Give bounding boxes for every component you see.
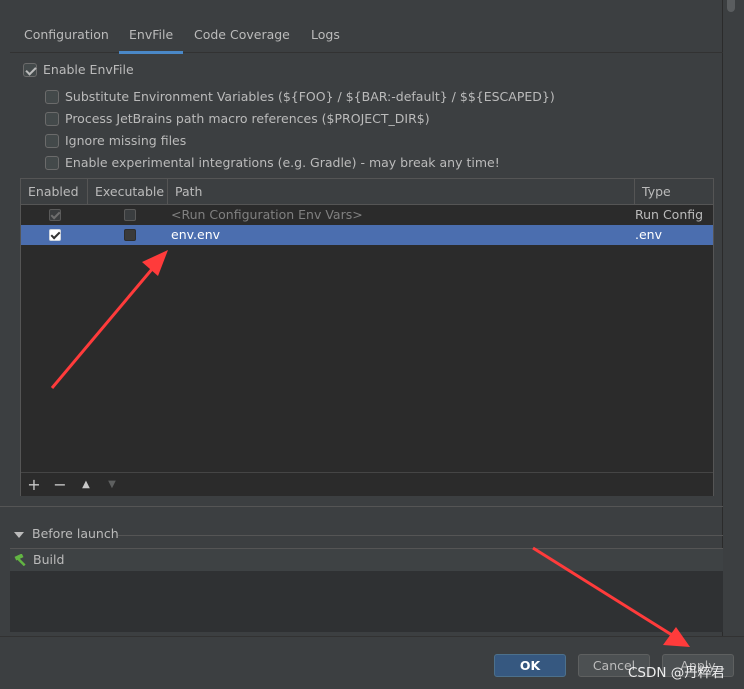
tab-code-coverage[interactable]: Code Coverage	[194, 18, 290, 53]
launch-item-label: Build	[33, 552, 65, 567]
tab-bar: Configuration EnvFile Code Coverage Logs	[10, 18, 723, 54]
row-type: Run Config	[635, 207, 704, 222]
tab-envfile[interactable]: EnvFile	[118, 18, 184, 54]
experimental-integrations-checkbox[interactable]	[45, 156, 59, 170]
row-path: env.env	[171, 227, 221, 242]
row-executable-checkbox[interactable]	[124, 229, 136, 241]
tab-configuration[interactable]: Configuration	[24, 18, 109, 53]
column-header-enabled[interactable]: Enabled	[21, 179, 88, 204]
column-header-type[interactable]: Type	[635, 179, 713, 204]
ignore-missing-files-label: Ignore missing files	[65, 133, 187, 148]
tab-logs[interactable]: Logs	[311, 18, 340, 53]
launch-item-build[interactable]: Build	[10, 549, 723, 571]
collapse-triangle-icon[interactable]	[14, 532, 24, 538]
before-launch-list: Build	[10, 548, 723, 632]
before-launch-title: Before launch	[32, 526, 119, 541]
env-files-table: Enabled Executable Path Type <Run Config…	[20, 178, 714, 496]
move-up-icon[interactable]: ▲	[75, 474, 97, 496]
left-edge	[0, 0, 10, 689]
row-path: <Run Configuration Env Vars>	[171, 207, 363, 222]
divider	[0, 506, 723, 507]
section-separator	[118, 535, 723, 536]
column-header-path[interactable]: Path	[168, 179, 635, 204]
process-path-macros-label: Process JetBrains path macro references …	[65, 111, 430, 126]
hammer-icon	[14, 554, 26, 566]
row-enabled-checkbox[interactable]	[49, 209, 61, 221]
csdn-watermark: CSDN @丹粹君	[628, 665, 725, 681]
enable-envfile-label: Enable EnvFile	[43, 62, 134, 77]
row-type: .env	[635, 227, 662, 242]
table-row[interactable]: <Run Configuration Env Vars> Run Config	[21, 205, 713, 225]
experimental-integrations-label: Enable experimental integrations (e.g. G…	[65, 155, 500, 170]
scrollbar-thumb[interactable]	[727, 0, 735, 12]
substitute-env-vars-label: Substitute Environment Variables (${FOO}…	[65, 89, 555, 104]
ok-button[interactable]: OK	[494, 654, 566, 677]
row-enabled-checkbox[interactable]	[49, 229, 61, 241]
ignore-missing-files-checkbox[interactable]	[45, 134, 59, 148]
row-executable-checkbox[interactable]	[124, 209, 136, 221]
table-header: Enabled Executable Path Type	[21, 179, 713, 205]
table-row-selected[interactable]: env.env .env	[21, 225, 713, 245]
move-down-icon[interactable]: ▼	[101, 474, 123, 496]
table-toolbar: + − ▲ ▼	[21, 472, 713, 496]
process-path-macros-checkbox[interactable]	[45, 112, 59, 126]
substitute-env-vars-checkbox[interactable]	[45, 90, 59, 104]
before-launch-header[interactable]: Before launch	[10, 525, 723, 545]
column-header-executable[interactable]: Executable	[88, 179, 168, 204]
add-icon[interactable]: +	[23, 474, 45, 496]
enable-envfile-checkbox[interactable]	[23, 63, 37, 77]
remove-icon[interactable]: −	[49, 474, 71, 496]
